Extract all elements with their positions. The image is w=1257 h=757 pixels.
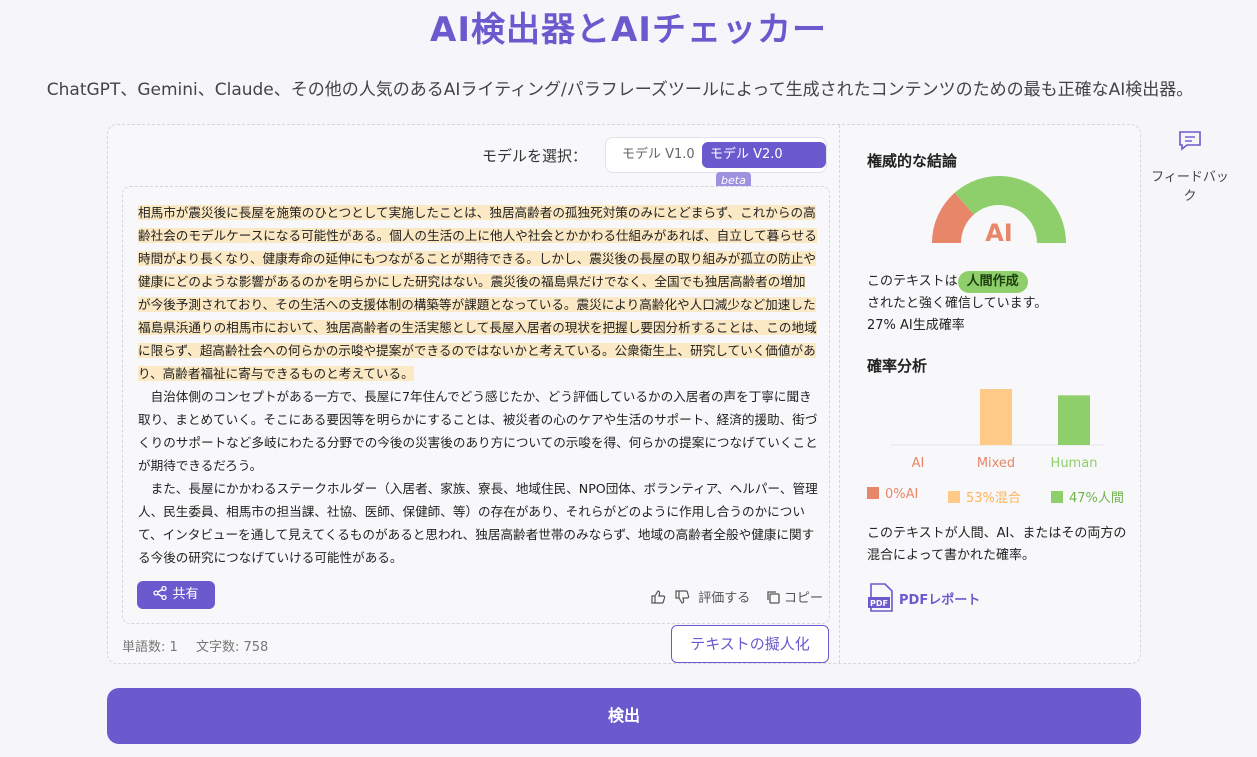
result-title: 権威的な結論: [867, 152, 958, 170]
share-button[interactable]: 共有: [137, 581, 215, 609]
page-title: AI検出器とAIチェッカー: [430, 10, 827, 50]
share-icon: [153, 585, 168, 601]
result-panel: 権威的な結論 AI このテキストは 人間作成 されたと強く確信しています。 27%…: [839, 125, 1141, 663]
probability-bar-chart: AI Mixed Human: [890, 389, 1105, 471]
model-v1-option[interactable]: モデル V1.0: [614, 142, 703, 168]
verdict: このテキストは 人間作成 されたと強く確信しています。 27% AI生成確率: [867, 271, 1127, 337]
bar-label-mixed: Mixed: [977, 456, 1015, 471]
detector-card: モデルを選択： モデル V1.0 モデル V2.0beta 相馬市が震災後に長屋…: [107, 124, 1141, 664]
rate-actions: 評価する: [650, 587, 750, 606]
bar-label-ai: AI: [912, 456, 925, 471]
thumbs-down-icon[interactable]: [674, 589, 690, 605]
bar-mixed: [980, 389, 1012, 445]
legend-ai: 0%AI: [867, 487, 918, 502]
ai-probability: 27% AI生成確率: [867, 318, 965, 333]
feedback-icon: [1179, 131, 1201, 151]
text-input-area[interactable]: 相馬市が震災後に長屋を施策のひとつとして実施したことは、独居高齢者の孤独死対策の…: [122, 186, 830, 624]
pdf-report-label: PDFレポート: [899, 593, 981, 608]
share-label: 共有: [172, 587, 199, 602]
feedback-label: フィードバック: [1151, 170, 1229, 204]
legend-human-label: 47%人間: [1069, 491, 1124, 506]
legend-mixed: 53%混合: [948, 487, 1021, 506]
thumbs-up-icon[interactable]: [650, 589, 666, 605]
highlighted-paragraph: 相馬市が震災後に長屋を施策のひとつとして実施したことは、独居高齢者の孤独死対策の…: [138, 205, 817, 381]
bar-human: [1058, 395, 1090, 445]
bar-label-human: Human: [1051, 456, 1098, 471]
legend-human: 47%人間: [1051, 487, 1124, 506]
analyzed-text: 相馬市が震災後に長屋を施策のひとつとして実施したことは、独居高齢者の孤独死対策の…: [138, 201, 818, 569]
input-panel: モデルを選択： モデル V1.0 モデル V2.0beta 相馬市が震災後に長屋…: [108, 125, 839, 663]
pdf-report-link[interactable]: PDF PDFレポート: [867, 583, 980, 613]
verdict-badge: 人間作成: [957, 271, 1028, 293]
legend-ai-label: 0%AI: [885, 487, 919, 502]
copy-button[interactable]: コピー: [766, 587, 823, 606]
feedback-button[interactable]: フィードバック: [1150, 130, 1230, 204]
verdict-suffix: されたと強く確信しています。: [867, 296, 1048, 311]
model-select-label: モデルを選択：: [482, 147, 588, 165]
model-v2-label: モデル V2.0: [710, 147, 783, 162]
ai-gauge: AI: [932, 176, 1066, 247]
legend-mixed-label: 53%混合: [966, 491, 1021, 506]
paragraph-3: また、長屋にかかわるステークホルダー（入居者、家族、寮長、地域住民、NPO団体、…: [138, 481, 818, 565]
paragraph-2: 自治体側のコンセプトがある一方で、長屋に7年住んでどう感じたか、どう評価している…: [138, 389, 818, 473]
svg-text:PDF: PDF: [870, 599, 888, 608]
verdict-prefix: このテキストは: [867, 274, 958, 289]
humanize-button[interactable]: テキストの擬人化: [671, 625, 829, 663]
char-count: 文字数: 758: [195, 640, 269, 655]
word-count: 単語数: 1: [122, 640, 178, 655]
gauge-label: AI: [985, 219, 1013, 247]
model-v2-option[interactable]: モデル V2.0beta: [702, 142, 826, 190]
copy-icon: [767, 591, 780, 604]
model-toggle: モデル V1.0 モデル V2.0beta: [605, 137, 827, 190]
detect-button[interactable]: 検出: [107, 688, 1141, 744]
rate-label[interactable]: 評価する: [698, 591, 750, 606]
text-stats: 単語数: 1 文字数: 758: [122, 636, 282, 655]
analysis-title: 確率分析: [867, 357, 928, 375]
probability-explanation: このテキストが人間、AI、またはその両方の混合によって書かれた確率。: [867, 526, 1127, 563]
copy-label: コピー: [784, 591, 824, 606]
pdf-icon: PDF: [868, 583, 893, 612]
page-subtitle: ChatGPT、Gemini、Claude、その他の人気のあるAIライティング/…: [46, 80, 1194, 100]
